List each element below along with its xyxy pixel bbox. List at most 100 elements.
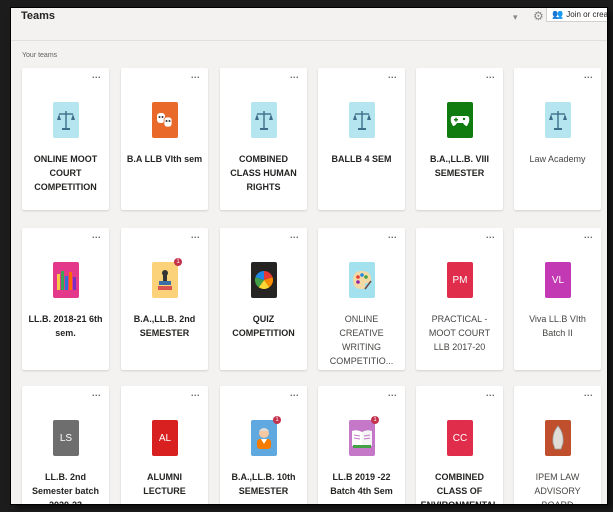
more-options-icon[interactable]: ... bbox=[584, 388, 593, 398]
teams-window: Teams ▾ ⚙ 👥 Join or create team Your tea… bbox=[11, 8, 607, 504]
team-logo: PM bbox=[447, 262, 473, 298]
more-options-icon[interactable]: ... bbox=[191, 70, 200, 80]
team-card[interactable]: ... CC COMBINED CLASS OF ENVIRONMENTAL LAW bbox=[416, 386, 503, 504]
team-name: ONLINE CREATIVE WRITING COMPETITIO... bbox=[329, 314, 394, 366]
masks-icon bbox=[155, 110, 175, 130]
team-name: LL.B 2019 -22 Batch 4th Sem bbox=[330, 472, 393, 496]
team-logo: 1 bbox=[251, 416, 281, 456]
wheel-icon bbox=[254, 270, 274, 290]
team-card[interactable]: ... LL.B. 2018-21 6th sem. bbox=[22, 228, 109, 370]
team-name: ONLINE MOOT COURT COMPETITION bbox=[33, 154, 98, 192]
more-options-icon[interactable]: ... bbox=[486, 70, 495, 80]
more-options-icon[interactable]: ... bbox=[486, 388, 495, 398]
team-card[interactable]: ... ONLINE MOOT COURT COMPETITION bbox=[22, 68, 109, 210]
team-name: LL.B. 2nd Semester batch 2020-23 bbox=[31, 472, 100, 504]
more-options-icon[interactable]: ... bbox=[92, 230, 101, 240]
team-logo bbox=[349, 102, 375, 138]
team-card[interactable]: ... PM PRACTICAL - MOOT COURT LLB 2017-20 bbox=[416, 228, 503, 370]
more-options-icon[interactable]: ... bbox=[486, 230, 495, 240]
team-logo bbox=[349, 262, 375, 298]
team-logo: AL bbox=[152, 420, 178, 456]
team-initials: LS bbox=[59, 432, 73, 444]
scales-icon bbox=[57, 108, 75, 132]
more-options-icon[interactable]: ... bbox=[388, 230, 397, 240]
chevron-down-icon[interactable]: ▾ bbox=[513, 12, 518, 23]
team-card[interactable]: ... BALLB 4 SEM bbox=[318, 68, 405, 210]
page-title: Teams bbox=[21, 10, 56, 22]
team-card[interactable]: ... AL ALUMNI LECTURE bbox=[121, 386, 208, 504]
team-name: B.A.,LL.B. 2nd SEMESTER bbox=[133, 314, 196, 338]
team-logo bbox=[545, 102, 571, 138]
team-initials: PM bbox=[452, 274, 468, 286]
team-initials: AL bbox=[158, 432, 172, 444]
team-card[interactable]: ... COMBINED CLASS HUMAN RIGHTS bbox=[220, 68, 307, 210]
team-card[interactable]: ... Law Academy bbox=[514, 68, 601, 210]
arrowhead-icon bbox=[551, 425, 565, 451]
join-button-label: Join or create team bbox=[566, 10, 607, 19]
scales-icon bbox=[255, 108, 273, 132]
top-bar: Teams ▾ ⚙ 👥 Join or create team bbox=[11, 8, 607, 41]
team-card[interactable]: ... ONLINE CREATIVE WRITING COMPETITIO... bbox=[318, 228, 405, 370]
scales-icon bbox=[353, 108, 371, 132]
team-card[interactable]: ... LS LL.B. 2nd Semester batch 2020-23 bbox=[22, 386, 109, 504]
team-name: QUIZ COMPETITION bbox=[232, 314, 295, 338]
section-label: Your teams bbox=[22, 52, 58, 59]
team-logo: 1 bbox=[152, 258, 182, 298]
team-name: COMBINED CLASS OF ENVIRONMENTAL LAW bbox=[421, 472, 499, 504]
more-options-icon[interactable]: ... bbox=[290, 70, 299, 80]
more-options-icon[interactable]: ... bbox=[584, 70, 593, 80]
notification-badge: 1 bbox=[273, 416, 281, 424]
team-name: B.A LLB VIth sem bbox=[126, 154, 203, 164]
more-options-icon[interactable]: ... bbox=[584, 230, 593, 240]
team-initials: VL bbox=[551, 274, 565, 286]
team-name: Viva LL.B VIth Batch II bbox=[529, 314, 586, 338]
team-name: B.A.,LL.B. 10th SEMESTER bbox=[231, 472, 296, 496]
person-icon bbox=[253, 425, 275, 451]
team-name: Law Academy bbox=[529, 154, 586, 164]
team-logo bbox=[152, 102, 178, 138]
gear-icon[interactable]: ⚙ bbox=[533, 9, 544, 23]
team-name: B.A.,LL.B. VIII SEMESTER bbox=[429, 154, 489, 178]
team-card[interactable]: ... 1 LL.B 2019 -22 Batch 4th Sem bbox=[318, 386, 405, 504]
team-name: PRACTICAL - MOOT COURT LLB 2017-20 bbox=[428, 314, 491, 352]
more-options-icon[interactable]: ... bbox=[388, 70, 397, 80]
team-name: BALLB 4 SEM bbox=[331, 154, 392, 164]
notification-badge: 1 bbox=[371, 416, 379, 424]
more-options-icon[interactable]: ... bbox=[92, 70, 101, 80]
team-name: COMBINED CLASS HUMAN RIGHTS bbox=[230, 154, 297, 192]
more-options-icon[interactable]: ... bbox=[92, 388, 101, 398]
join-or-create-team-button[interactable]: 👥 Join or create team bbox=[546, 8, 607, 22]
team-logo bbox=[53, 102, 79, 138]
team-card[interactable]: ... QUIZ COMPETITION bbox=[220, 228, 307, 370]
team-name: IPEM LAW ADVISORY BOARD bbox=[534, 472, 581, 504]
team-logo: VL bbox=[545, 262, 571, 298]
team-card[interactable]: ... B.A.,LL.B. VIII SEMESTER bbox=[416, 68, 503, 210]
team-logo bbox=[251, 102, 277, 138]
team-card[interactable]: ... B.A LLB VIth sem bbox=[121, 68, 208, 210]
team-logo: 1 bbox=[349, 416, 379, 456]
people-add-icon: 👥 bbox=[552, 9, 564, 19]
notification-badge: 1 bbox=[174, 258, 182, 266]
more-options-icon[interactable]: ... bbox=[388, 388, 397, 398]
team-card[interactable]: ... 1 B.A.,LL.B. 2nd SEMESTER bbox=[121, 228, 208, 370]
team-logo bbox=[53, 262, 79, 298]
team-card[interactable]: ... VL Viva LL.B VIth Batch II bbox=[514, 228, 601, 370]
team-logo: CC bbox=[447, 420, 473, 456]
book-icon bbox=[351, 428, 373, 448]
scales-icon bbox=[549, 108, 567, 132]
team-logo bbox=[545, 420, 571, 456]
more-options-icon[interactable]: ... bbox=[290, 230, 299, 240]
team-card[interactable]: ... IPEM LAW ADVISORY BOARD bbox=[514, 386, 601, 504]
pencils-icon bbox=[55, 268, 77, 292]
team-initials: CC bbox=[452, 432, 468, 444]
team-logo: LS bbox=[53, 420, 79, 456]
team-name: ALUMNI LECTURE bbox=[143, 472, 186, 496]
palette-icon bbox=[351, 269, 373, 291]
more-options-icon[interactable]: ... bbox=[191, 388, 200, 398]
team-logo bbox=[447, 102, 473, 138]
team-name: LL.B. 2018-21 6th sem. bbox=[28, 314, 103, 338]
more-options-icon[interactable]: ... bbox=[191, 230, 200, 240]
more-options-icon[interactable]: ... bbox=[290, 388, 299, 398]
team-card[interactable]: ... 1 B.A.,LL.B. 10th SEMESTER bbox=[220, 386, 307, 504]
team-logo bbox=[251, 262, 277, 298]
